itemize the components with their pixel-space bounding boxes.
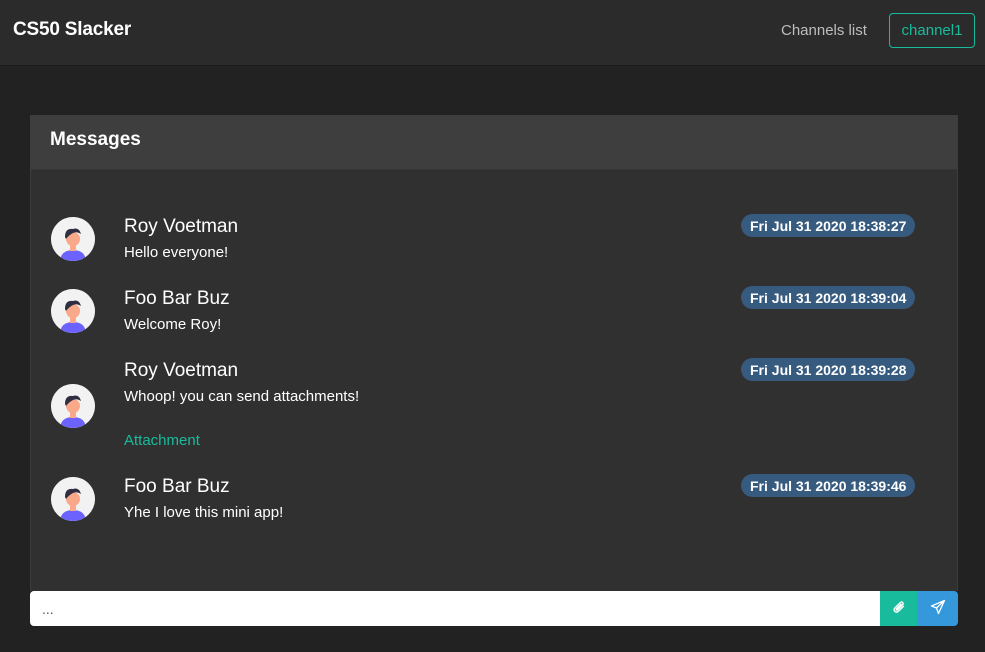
user-avatar-icon — [51, 477, 95, 521]
app-brand[interactable]: CS50 Slacker — [13, 19, 131, 41]
message-text: Whoop! you can send attachments! — [124, 388, 360, 405]
user-avatar-icon — [51, 289, 95, 333]
message-input[interactable] — [30, 591, 880, 626]
messages-title: Messages — [50, 129, 141, 150]
attachment-link[interactable]: Attachment — [124, 432, 200, 449]
messages-card-header: Messages — [31, 116, 957, 170]
timestamp-badge: Fri Jul 31 2020 18:39:46 — [741, 474, 916, 497]
timestamp-badge: Fri Jul 31 2020 18:38:27 — [741, 214, 916, 237]
message-author: Roy Voetman — [124, 360, 239, 381]
user-avatar-icon — [51, 217, 95, 261]
navbar: CS50 Slacker Channels list channel1 — [0, 0, 985, 66]
message-item: Roy Voetman Hello everyone! Fri Jul 31 2… — [31, 212, 957, 272]
messages-card: Messages Roy Voetman Hello everyone! Fri… — [30, 115, 958, 591]
message-author: Foo Bar Buz — [124, 288, 230, 309]
message-item: Foo Bar Buz Welcome Roy! Fri Jul 31 2020… — [31, 284, 957, 344]
paper-plane-icon — [930, 599, 946, 618]
user-avatar-icon — [51, 384, 95, 428]
message-item: Foo Bar Buz Yhe I love this mini app! Fr… — [31, 472, 957, 532]
message-text: Yhe I love this mini app! — [124, 504, 284, 521]
paperclip-icon — [892, 599, 906, 618]
current-channel-button[interactable]: channel1 — [889, 13, 975, 48]
message-author: Roy Voetman — [124, 216, 239, 237]
message-item: Roy Voetman Whoop! you can send attachme… — [31, 356, 957, 452]
channels-list-link[interactable]: Channels list — [781, 22, 867, 39]
attach-file-button[interactable] — [880, 591, 917, 626]
message-author: Foo Bar Buz — [124, 476, 230, 497]
timestamp-badge: Fri Jul 31 2020 18:39:04 — [741, 286, 916, 309]
timestamp-badge: Fri Jul 31 2020 18:39:28 — [741, 358, 916, 381]
message-composer — [30, 591, 958, 626]
message-text: Welcome Roy! — [124, 316, 222, 333]
message-text: Hello everyone! — [124, 244, 229, 261]
send-button[interactable] — [917, 591, 958, 626]
